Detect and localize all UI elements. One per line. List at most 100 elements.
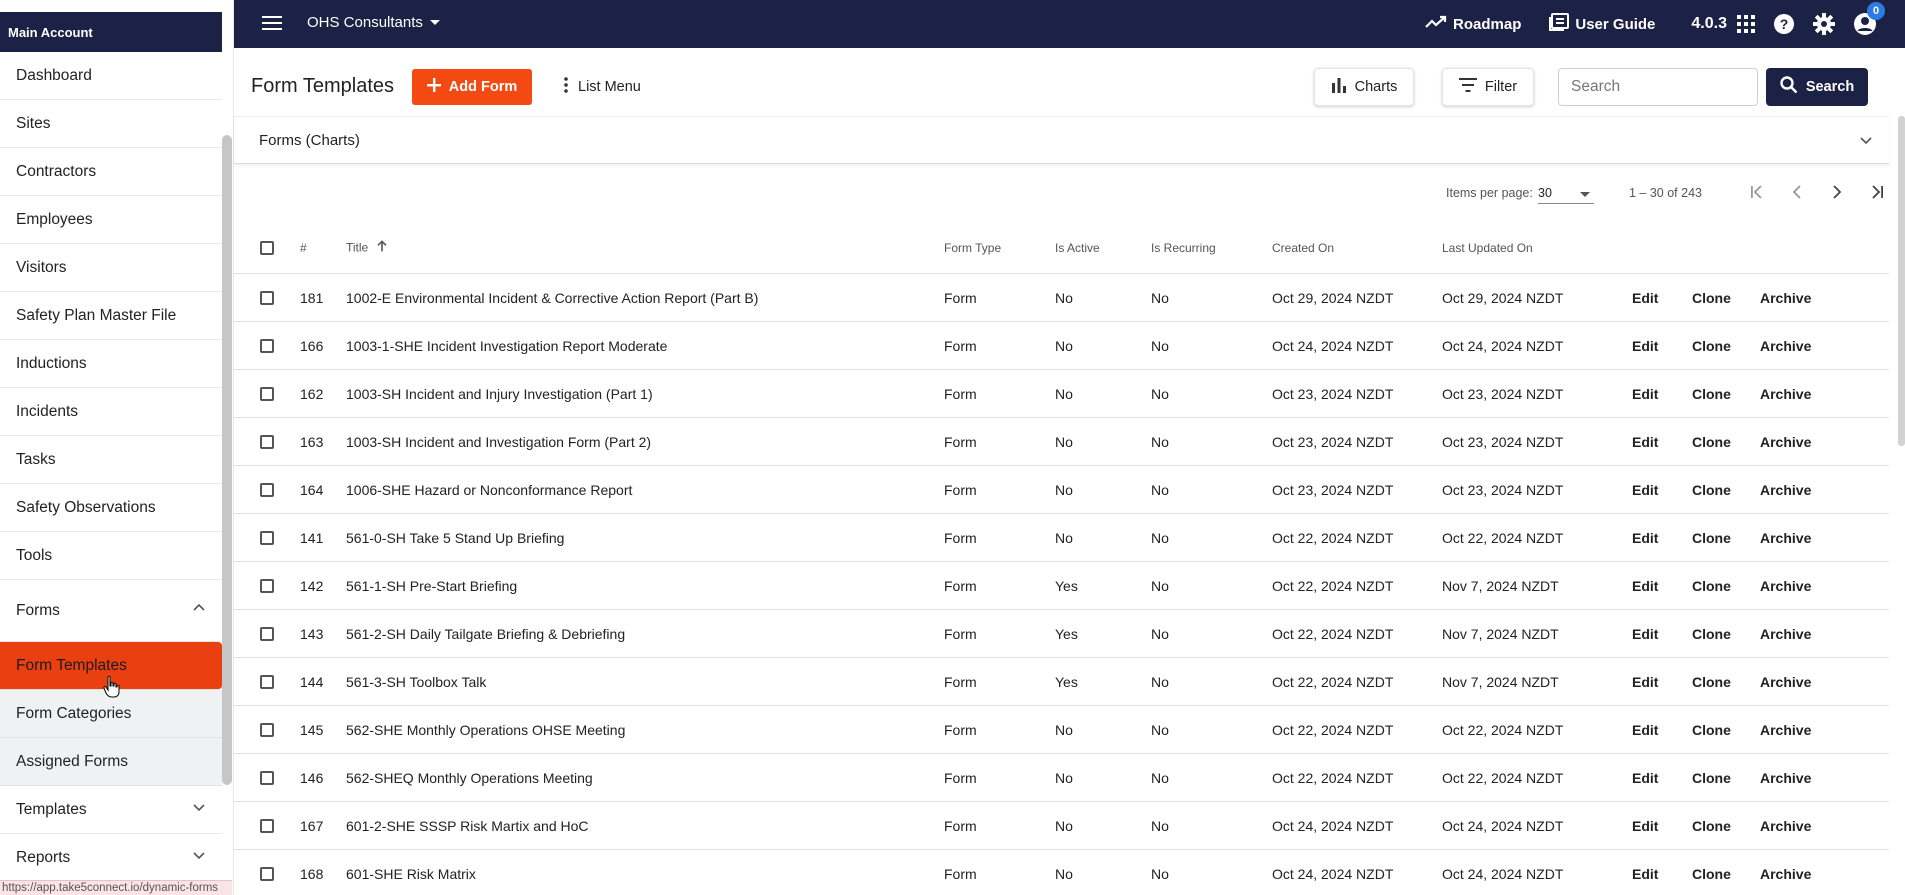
sidebar-item-forms[interactable]: Forms bbox=[0, 580, 222, 642]
edit-button[interactable]: Edit bbox=[1632, 866, 1658, 882]
clone-button[interactable]: Clone bbox=[1692, 434, 1731, 450]
archive-button[interactable]: Archive bbox=[1760, 578, 1811, 594]
clone-button[interactable]: Clone bbox=[1692, 578, 1731, 594]
edit-button[interactable]: Edit bbox=[1632, 386, 1658, 402]
sidebar-item-visitors[interactable]: Visitors bbox=[0, 244, 222, 292]
table-row[interactable]: 145 562-SHE Monthly Operations OHSE Meeti… bbox=[234, 706, 1889, 754]
archive-button[interactable]: Archive bbox=[1760, 770, 1811, 786]
column-header-created-on[interactable]: Created On bbox=[1272, 241, 1334, 255]
row-checkbox[interactable] bbox=[260, 386, 274, 401]
column-header-title[interactable]: Title bbox=[346, 240, 387, 255]
edit-button[interactable]: Edit bbox=[1632, 674, 1658, 690]
archive-button[interactable]: Archive bbox=[1760, 530, 1811, 546]
archive-button[interactable]: Archive bbox=[1760, 434, 1811, 450]
sidebar-item-inductions[interactable]: Inductions bbox=[0, 340, 222, 388]
archive-button[interactable]: Archive bbox=[1760, 482, 1811, 498]
table-row[interactable]: 166 1003-1-SHE Incident Investigation Rep… bbox=[234, 322, 1889, 370]
archive-button[interactable]: Archive bbox=[1760, 386, 1811, 402]
settings-gear-icon[interactable] bbox=[1813, 13, 1835, 35]
table-row[interactable]: 146 562-SHEQ Monthly Operations Meeting Fo… bbox=[234, 754, 1889, 802]
archive-button[interactable]: Archive bbox=[1760, 290, 1811, 306]
add-form-button[interactable]: Add Form bbox=[412, 69, 532, 105]
edit-button[interactable]: Edit bbox=[1632, 290, 1658, 306]
table-row[interactable]: 162 1003-SH Incident and Injury Investiga… bbox=[234, 370, 1889, 418]
next-page-icon[interactable] bbox=[1823, 178, 1851, 206]
archive-button[interactable]: Archive bbox=[1760, 674, 1811, 690]
help-icon[interactable]: ? bbox=[1773, 13, 1795, 35]
edit-button[interactable]: Edit bbox=[1632, 770, 1658, 786]
previous-page-icon[interactable] bbox=[1783, 178, 1811, 206]
edit-button[interactable]: Edit bbox=[1632, 482, 1658, 498]
column-header-is-active[interactable]: Is Active bbox=[1055, 241, 1100, 255]
sidebar-item-tools[interactable]: Tools bbox=[0, 532, 222, 580]
sidebar-item-incidents[interactable]: Incidents bbox=[0, 388, 222, 436]
row-checkbox[interactable] bbox=[260, 338, 274, 353]
first-page-icon[interactable] bbox=[1743, 178, 1771, 206]
account-circle-icon[interactable]: 0 bbox=[1853, 2, 1885, 36]
sidebar-item-employees[interactable]: Employees bbox=[0, 196, 222, 244]
row-checkbox[interactable] bbox=[260, 626, 274, 641]
filter-button[interactable]: Filter bbox=[1442, 68, 1534, 106]
clone-button[interactable]: Clone bbox=[1692, 626, 1731, 642]
sidebar-item-dashboard[interactable]: Dashboard bbox=[0, 52, 222, 100]
clone-button[interactable]: Clone bbox=[1692, 770, 1731, 786]
column-header-last-updated-on[interactable]: Last Updated On bbox=[1442, 241, 1533, 255]
row-checkbox[interactable] bbox=[260, 530, 274, 545]
table-row[interactable]: 181 1002-E Environmental Incident & Corre… bbox=[234, 274, 1889, 322]
table-row[interactable]: 142 561-1-SH Pre-Start Briefing Form Yes No O… bbox=[234, 562, 1889, 610]
row-checkbox[interactable] bbox=[260, 818, 274, 833]
clone-button[interactable]: Clone bbox=[1692, 482, 1731, 498]
clone-button[interactable]: Clone bbox=[1692, 338, 1731, 354]
column-header-num[interactable]: # bbox=[300, 241, 307, 255]
sidebar-item-templates[interactable]: Templates bbox=[0, 786, 222, 834]
sidebar-item-safety-plan-master-file[interactable]: Safety Plan Master File bbox=[0, 292, 222, 340]
archive-button[interactable]: Archive bbox=[1760, 722, 1811, 738]
table-row[interactable]: 143 561-2-SH Daily Tailgate Briefing & De… bbox=[234, 610, 1889, 658]
account-header[interactable]: Main Account bbox=[0, 12, 222, 52]
clone-button[interactable]: Clone bbox=[1692, 674, 1731, 690]
list-menu-button[interactable]: List Menu bbox=[564, 69, 641, 105]
search-button[interactable]: Search bbox=[1766, 68, 1868, 106]
archive-button[interactable]: Archive bbox=[1760, 818, 1811, 834]
user-guide-link[interactable]: User Guide bbox=[1549, 13, 1655, 35]
edit-button[interactable]: Edit bbox=[1632, 338, 1658, 354]
main-scrollbar[interactable] bbox=[1898, 116, 1905, 446]
row-checkbox[interactable] bbox=[260, 290, 274, 305]
archive-button[interactable]: Archive bbox=[1760, 626, 1811, 642]
last-page-icon[interactable] bbox=[1863, 178, 1891, 206]
table-row[interactable]: 141 561-0-SH Take 5 Stand Up Briefing Form… bbox=[234, 514, 1889, 562]
clone-button[interactable]: Clone bbox=[1692, 530, 1731, 546]
row-checkbox[interactable] bbox=[260, 674, 274, 689]
edit-button[interactable]: Edit bbox=[1632, 530, 1658, 546]
row-checkbox[interactable] bbox=[260, 434, 274, 449]
clone-button[interactable]: Clone bbox=[1692, 290, 1731, 306]
row-checkbox[interactable] bbox=[260, 722, 274, 737]
clone-button[interactable]: Clone bbox=[1692, 722, 1731, 738]
sidebar-subitem-assigned-forms[interactable]: Assigned Forms bbox=[0, 738, 222, 786]
search-input[interactable] bbox=[1558, 68, 1758, 106]
edit-button[interactable]: Edit bbox=[1632, 434, 1658, 450]
sidebar-scrollbar[interactable] bbox=[222, 135, 232, 785]
edit-button[interactable]: Edit bbox=[1632, 626, 1658, 642]
sidebar-item-reports[interactable]: Reports bbox=[0, 834, 222, 882]
edit-button[interactable]: Edit bbox=[1632, 818, 1658, 834]
table-row[interactable]: 163 1003-SH Incident and Investigation Fo… bbox=[234, 418, 1889, 466]
items-per-page-select[interactable]: 30 bbox=[1538, 180, 1594, 204]
charts-button[interactable]: Charts bbox=[1314, 68, 1414, 106]
clone-button[interactable]: Clone bbox=[1692, 386, 1731, 402]
archive-button[interactable]: Archive bbox=[1760, 338, 1811, 354]
column-header-is-recurring[interactable]: Is Recurring bbox=[1151, 241, 1216, 255]
archive-button[interactable]: Archive bbox=[1760, 866, 1811, 882]
edit-button[interactable]: Edit bbox=[1632, 578, 1658, 594]
edit-button[interactable]: Edit bbox=[1632, 722, 1658, 738]
row-checkbox[interactable] bbox=[260, 482, 274, 497]
table-row[interactable]: 167 601-2-SHE SSSP Risk Martix and HoC For… bbox=[234, 802, 1889, 850]
apps-grid-icon[interactable] bbox=[1737, 15, 1755, 33]
table-row[interactable]: 164 1006-SHE Hazard or Nonconformance Rep… bbox=[234, 466, 1889, 514]
forms-charts-panel[interactable]: Forms (Charts) bbox=[234, 116, 1889, 164]
menu-icon[interactable] bbox=[262, 15, 282, 36]
sidebar-item-tasks[interactable]: Tasks bbox=[0, 436, 222, 484]
column-header-form-type[interactable]: Form Type bbox=[944, 241, 1001, 255]
table-row[interactable]: 168 601-SHE Risk Matrix Form No No Oct 24, 20… bbox=[234, 850, 1889, 895]
row-checkbox[interactable] bbox=[260, 866, 274, 881]
